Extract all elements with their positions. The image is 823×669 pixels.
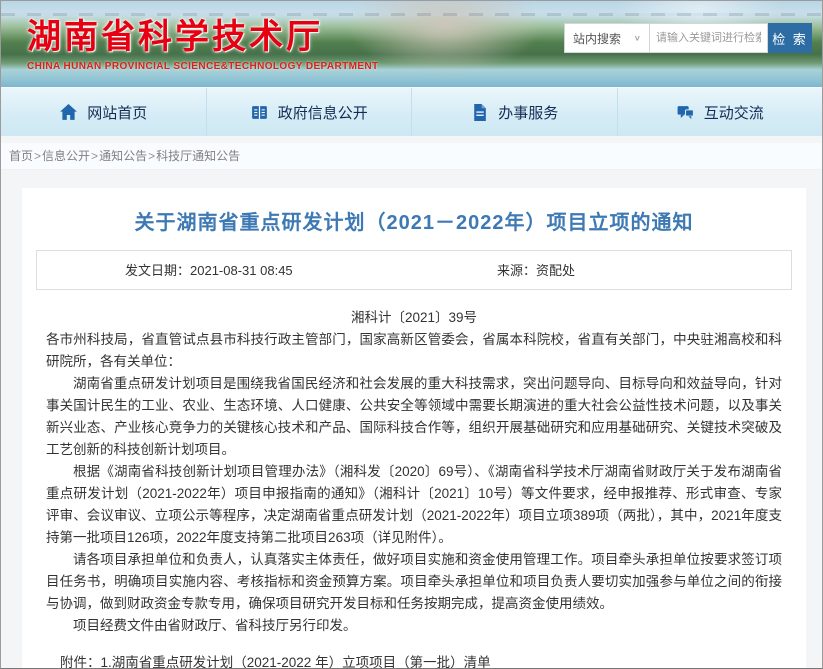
page: 湖南省科学技术厅 CHINA HUNAN PROVINCIAL SCIENCE&… — [0, 0, 823, 669]
nav-item-gov-info[interactable]: 政府信息公开 — [207, 88, 413, 136]
breadcrumb-item-notices[interactable]: 通知公告 — [99, 149, 147, 163]
page-title: 关于湖南省重点研发计划（2021－2022年）项目立项的通知 — [46, 206, 782, 235]
paragraph: 根据《湖南省科技创新计划项目管理办法》（湘科发〔2020〕69号）、《湖南省科学… — [46, 461, 782, 549]
breadcrumb: 首页>信息公开>通知公告>科技厅通知公告 — [1, 143, 822, 170]
salutation: 各市州科技局，省直管试点县市科技行政主管部门，国家高新区管委会，省属本科院校，省… — [46, 329, 782, 373]
site-title: 湖南省科学技术厅 — [27, 9, 379, 58]
search-button[interactable]: 检 索 — [768, 23, 812, 53]
main-area: 关于湖南省重点研发计划（2021－2022年）项目立项的通知 发文日期：2021… — [1, 170, 822, 668]
search-scope-select[interactable]: 站内搜索 ∨ — [564, 23, 650, 53]
service-icon — [470, 103, 489, 122]
publish-date-value: 2021-08-31 08:45 — [190, 263, 293, 278]
source: 来源：资配处 — [497, 251, 575, 291]
source-value: 资配处 — [536, 263, 575, 278]
nav-item-label: 办事服务 — [498, 102, 558, 123]
site-banner: 湖南省科学技术厅 CHINA HUNAN PROVINCIAL SCIENCE&… — [1, 1, 822, 87]
publish-date: 发文日期：2021-08-31 08:45 — [125, 251, 293, 291]
nav-item-label: 政府信息公开 — [278, 102, 368, 123]
attachments: 附件： 1.湖南省重点研发计划（2021-2022 年）立项项目（第一批）清单 … — [60, 652, 782, 668]
nav-item-home[interactable]: 网站首页 — [1, 88, 207, 136]
info-open-icon — [250, 103, 269, 122]
paragraph: 请各项目承担单位和负责人，认真落实主体责任，做好项目实施和资金使用管理工作。项目… — [46, 549, 782, 615]
attachments-label: 附件： — [60, 652, 101, 668]
breadcrumb-separator: > — [34, 149, 41, 163]
breadcrumb-separator: > — [91, 149, 98, 163]
breadcrumb-item-current[interactable]: 科技厅通知公告 — [156, 149, 240, 163]
attachment-list: 1.湖南省重点研发计划（2021-2022 年）立项项目（第一批）清单 2.湖南… — [101, 652, 491, 668]
article-meta: 发文日期：2021-08-31 08:45 来源：资配处 — [36, 250, 792, 290]
nav-item-label: 互动交流 — [704, 102, 764, 123]
breadcrumb-item-info[interactable]: 信息公开 — [42, 149, 90, 163]
publish-date-label: 发文日期： — [125, 263, 190, 278]
breadcrumb-separator: > — [148, 149, 155, 163]
nav-item-services[interactable]: 办事服务 — [412, 88, 618, 136]
source-label: 来源： — [497, 263, 536, 278]
nav-item-label: 网站首页 — [87, 102, 147, 123]
article-body: 各市州科技局，省直管试点县市科技行政主管部门，国家高新区管委会，省属本科院校，省… — [46, 329, 782, 637]
site-subtitle: CHINA HUNAN PROVINCIAL SCIENCE&TECHNOLOG… — [27, 61, 379, 72]
interaction-icon — [676, 103, 695, 122]
site-identity: 湖南省科学技术厅 CHINA HUNAN PROVINCIAL SCIENCE&… — [27, 9, 379, 72]
search-bar: 站内搜索 ∨ 检 索 — [564, 23, 812, 53]
chevron-down-icon: ∨ — [634, 34, 641, 43]
article: 关于湖南省重点研发计划（2021－2022年）项目立项的通知 发文日期：2021… — [22, 188, 806, 668]
attachment-link-1[interactable]: 1.湖南省重点研发计划（2021-2022 年）立项项目（第一批）清单 — [101, 652, 491, 668]
search-scope-label: 站内搜索 — [573, 30, 621, 47]
breadcrumb-item-home[interactable]: 首页 — [9, 149, 33, 163]
nav-item-interaction[interactable]: 互动交流 — [618, 88, 823, 136]
home-icon — [59, 103, 78, 122]
document-number: 湘科计〔2021〕39号 — [46, 306, 782, 326]
search-input[interactable] — [650, 23, 768, 53]
paragraph: 湖南省重点研发计划项目是围绕我省国民经济和社会发展的重大科技需求，突出问题导向、… — [46, 373, 782, 461]
main-nav: 网站首页 政府信息公开 办事服务 — [1, 87, 822, 136]
paragraph: 项目经费文件由省财政厅、省科技厅另行印发。 — [46, 615, 782, 637]
